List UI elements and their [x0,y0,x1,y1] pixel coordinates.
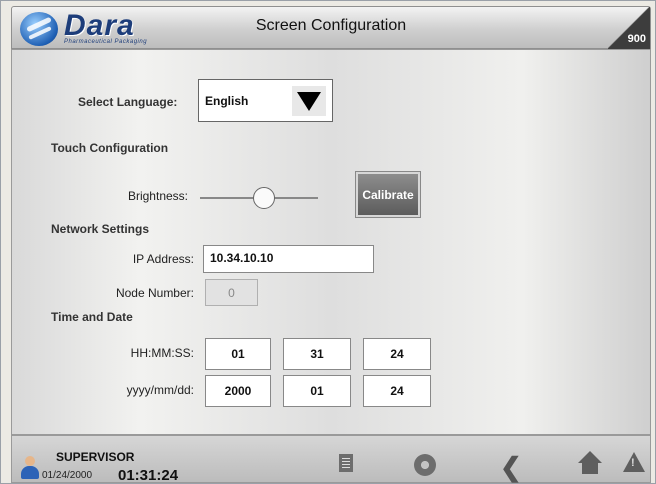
time-date-heading: Time and Date [51,310,133,324]
ip-address-field[interactable]: 10.34.10.10 [203,245,374,273]
back-icon[interactable]: ❮ [500,452,522,483]
time-label: HH:MM:SS: [130,346,194,360]
config-panel: Select Language: English Touch Configura… [11,49,651,435]
year-field[interactable]: 2000 [205,375,271,407]
footer-bar: SUPERVISOR 01/24/2000 01:31:24 ❮ ! [11,435,651,484]
logo-subtext: Pharmaceutical Packaging [64,39,148,45]
gear-icon[interactable] [414,454,436,476]
calibrate-button[interactable]: Calibrate [356,172,420,217]
warning-icon[interactable]: ! [623,452,645,472]
day-field[interactable]: 24 [363,375,431,407]
user-role: SUPERVISOR [56,450,135,464]
language-select[interactable]: English [198,79,333,122]
app-window: Dara Pharmaceutical Packaging Screen Con… [0,0,656,484]
network-settings-heading: Network Settings [51,222,150,236]
hours-field[interactable]: 01 [205,338,271,370]
document-icon[interactable] [339,454,353,472]
dropdown-arrow-icon[interactable] [292,86,326,116]
ip-address-label: IP Address: [132,252,194,266]
home-icon[interactable] [578,451,602,475]
screen-number: 900 [627,33,646,45]
month-field[interactable]: 01 [283,375,351,407]
slider-knob[interactable] [253,187,275,209]
seconds-field[interactable]: 24 [363,338,431,370]
minutes-field[interactable]: 31 [283,338,351,370]
brightness-slider[interactable] [200,186,318,210]
language-value: English [205,94,249,108]
date-label: yyyy/mm/dd: [126,383,194,397]
user-avatar-icon [20,456,40,480]
node-number-label: Node Number: [115,286,194,300]
footer-time: 01:31:24 [118,467,179,484]
footer-date: 01/24/2000 [42,470,93,481]
touch-config-heading: Touch Configuration [51,141,169,155]
header-bar: Dara Pharmaceutical Packaging Screen Con… [11,6,651,49]
language-label: Select Language: [78,95,178,109]
node-number-field: 0 [205,279,258,306]
screen-number-badge: 900 [608,7,650,49]
brightness-label: Brightness: [127,189,188,203]
page-title: Screen Configuration [255,17,407,34]
